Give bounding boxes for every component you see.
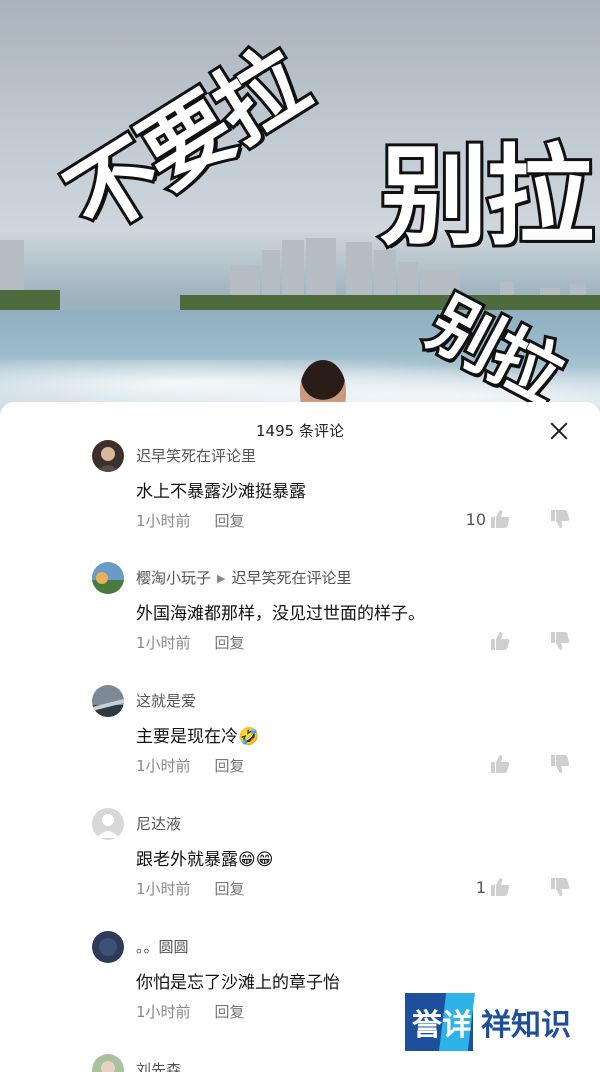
thumbs-up-icon: [490, 754, 510, 774]
comment-time: 1小时前: [136, 757, 191, 775]
watermark-text: 祥知识: [481, 1008, 571, 1043]
like-button[interactable]: [486, 631, 510, 651]
video-player[interactable]: 不要拉 别拉 别拉: [0, 0, 600, 420]
comment-meta: 1小时前 回复: [136, 632, 245, 653]
watermark-box: 誉 详: [405, 993, 475, 1051]
comment-username[interactable]: 这就是爱: [136, 690, 196, 711]
avatar[interactable]: [92, 440, 124, 472]
comment-meta: 1小时前 回复: [136, 755, 245, 776]
avatar[interactable]: [92, 562, 124, 594]
like-button[interactable]: 10: [466, 509, 510, 529]
comment-text: 水上不暴露沙滩挺暴露: [136, 482, 306, 502]
reply-button[interactable]: 回复: [215, 757, 245, 775]
comment-text: 外国海滩都那样，没见过世面的样子。: [136, 604, 425, 624]
comment-username[interactable]: 尼达液: [136, 813, 181, 834]
comment-meta: 1小时前 回复: [136, 878, 245, 899]
like-button[interactable]: [486, 754, 510, 774]
thumbs-up-icon: [490, 877, 510, 897]
watermark-box-accent: 详: [439, 993, 475, 1051]
comment-time: 1小时前: [136, 880, 191, 898]
overlay-text-2: 别拉: [377, 132, 597, 263]
thumbs-up-icon: [490, 631, 510, 651]
like-button[interactable]: 1: [476, 877, 510, 897]
reply-target[interactable]: 迟早笑死在评论里: [231, 569, 351, 587]
reply-button[interactable]: 回复: [215, 512, 245, 530]
like-count: 10: [465, 509, 486, 529]
avatar[interactable]: [92, 808, 124, 840]
comment-count: 1495 条评论: [256, 422, 344, 440]
reply-arrow-icon: ▶: [217, 572, 226, 585]
reply-button[interactable]: 回复: [215, 1003, 245, 1021]
comment-meta: 1小时前 回复: [136, 510, 245, 531]
avatar[interactable]: [92, 685, 124, 717]
watermark-logo: 誉 详 祥知识: [405, 993, 585, 1051]
avatar[interactable]: [92, 931, 124, 963]
comment-time: 1小时前: [136, 1003, 191, 1021]
close-icon[interactable]: [548, 420, 570, 442]
comment-username[interactable]: 刘先森: [136, 1059, 181, 1072]
comment-time: 1小时前: [136, 512, 191, 530]
avatar[interactable]: [92, 1054, 124, 1072]
thumbs-down-icon[interactable]: [550, 877, 570, 897]
comment-username[interactable]: 。。圆圆: [136, 936, 189, 957]
watermark-char-1: 誉: [412, 1008, 442, 1043]
comment-text: 主要是现在冷🤣: [136, 727, 260, 747]
comment-time: 1小时前: [136, 634, 191, 652]
comment-text: 你怕是忘了沙滩上的章子怡: [136, 973, 340, 993]
reply-button[interactable]: 回复: [215, 634, 245, 652]
reply-author[interactable]: 樱淘小玩子: [136, 569, 211, 587]
comment-text: 跟老外就暴露😁😁: [136, 850, 274, 870]
comments-header: 1495 条评论: [0, 402, 600, 460]
thumbs-up-icon: [490, 509, 510, 529]
watermark-char-2: 详: [442, 1008, 472, 1043]
like-count: 1: [475, 877, 486, 897]
comment-meta: 1小时前 回复: [136, 1001, 245, 1022]
comments-sheet: 1495 条评论 迟早笑死在评论里 水上不暴露沙滩挺暴露 1小时前 回复 10 樱…: [0, 402, 600, 1072]
thumbs-down-icon[interactable]: [550, 509, 570, 529]
thumbs-down-icon[interactable]: [550, 631, 570, 651]
thumbs-down-icon[interactable]: [550, 754, 570, 774]
comment-username[interactable]: 樱淘小玩子 ▶ 迟早笑死在评论里: [136, 567, 352, 588]
reply-button[interactable]: 回复: [215, 880, 245, 898]
comment-username[interactable]: 迟早笑死在评论里: [136, 445, 256, 466]
